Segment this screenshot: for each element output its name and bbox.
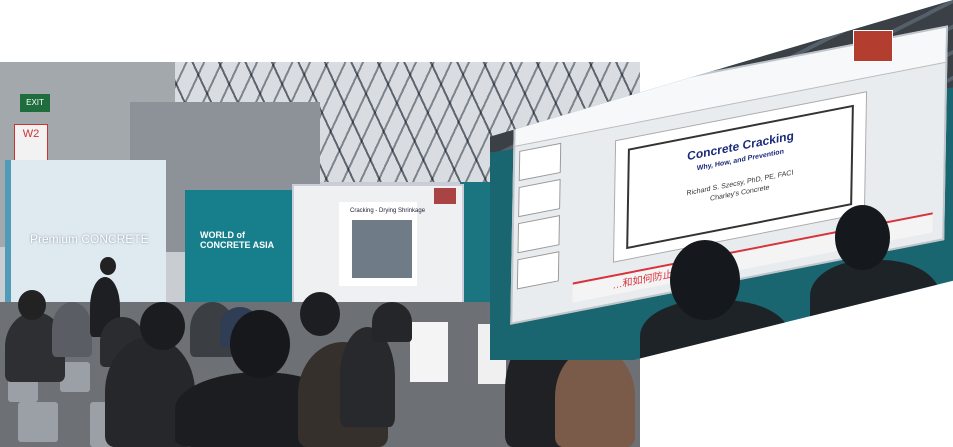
booth-text: Premium CONCRETE: [30, 232, 149, 246]
slide-thumbnails: [516, 142, 565, 312]
audience-head: [100, 257, 116, 275]
exit-sign: EXIT: [20, 94, 50, 112]
audience-member: [810, 260, 940, 340]
slide-thumbnail: [516, 251, 560, 290]
screen-closeup-photo: Concrete Cracking Why, How, and Preventi…: [490, 0, 953, 360]
chair: [18, 402, 58, 442]
audience-member: [52, 302, 92, 357]
audience-head: [300, 292, 340, 336]
webcam-feed: [434, 188, 456, 204]
crack-photo: [352, 220, 412, 278]
audience-head: [835, 205, 890, 270]
slide-thumbnail: [518, 178, 561, 218]
audience-head: [140, 302, 185, 350]
presentation-screen: Cracking - Drying Shrinkage: [292, 184, 464, 308]
audience-member: [340, 327, 395, 427]
audience-member: [372, 302, 412, 342]
photo-collage: EXIT W2 Premium CONCRETE WORLD of CONCRE…: [0, 0, 953, 447]
podium-table: [410, 322, 448, 382]
audience-head: [670, 240, 740, 320]
speaker-webcam: [853, 30, 893, 62]
audience-member: [555, 347, 635, 447]
slide-title: Cracking - Drying Shrinkage: [350, 208, 426, 214]
slide-thumbnail: [517, 215, 561, 254]
slide-thumbnail: [518, 142, 562, 182]
audience-head: [230, 310, 290, 378]
stage-logo: WORLD of CONCRETE ASIA: [200, 230, 275, 250]
audience-head: [18, 290, 46, 320]
